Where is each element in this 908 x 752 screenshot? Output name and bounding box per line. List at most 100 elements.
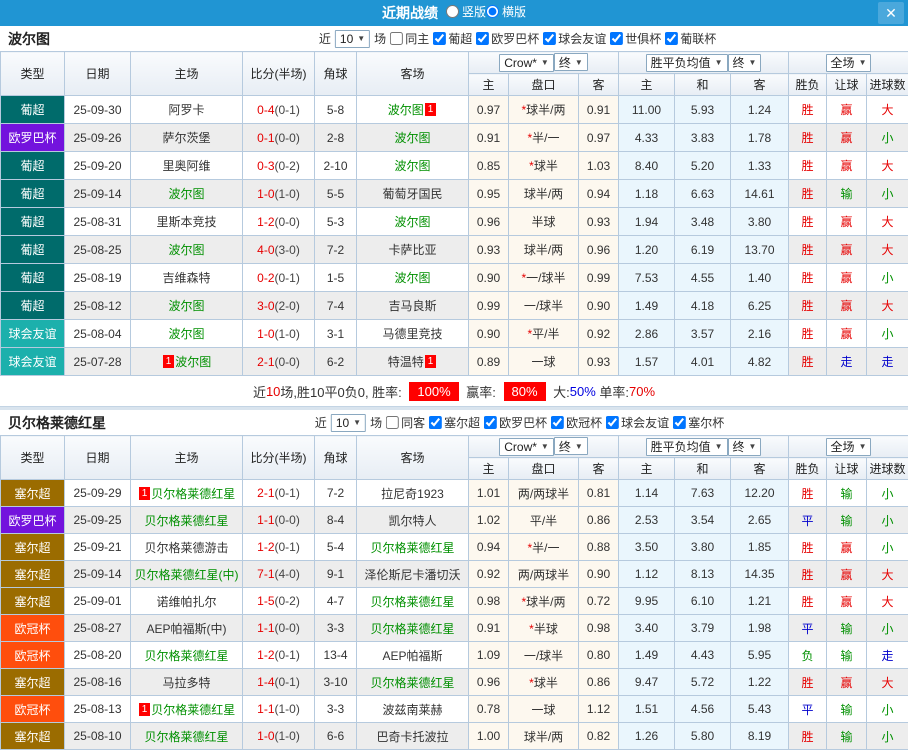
odds-final-select[interactable]: 终 ▼ [553, 53, 588, 72]
summary-part: 近 [252, 384, 266, 400]
checkbox-input[interactable] [484, 416, 498, 429]
handicap-cell: 球半/两 [508, 722, 579, 750]
away-team-cell: 波尔图 [356, 123, 469, 152]
league-filter-checkbox[interactable]: 球会友谊 [543, 30, 606, 47]
handicap-cell: *球半 [508, 668, 579, 696]
odds-away-cell: 0.94 [578, 179, 619, 208]
home-team-cell: 吉维森特 [130, 263, 243, 292]
avg-type-select[interactable]: 胜平负均值 ▼ [645, 53, 728, 72]
avg-draw-cell: 4.18 [674, 291, 731, 320]
checkbox-input[interactable] [543, 32, 557, 45]
league-filter-checkbox[interactable]: 世俱杯 [610, 30, 661, 47]
home-team-name: AEP帕福斯(中) [146, 621, 227, 636]
odds-away-cell: 0.86 [578, 506, 619, 534]
odds-home-cell: 0.91 [468, 614, 509, 642]
odds-away-cell: 0.72 [578, 587, 619, 615]
away-team-name: 拉尼奇1923 [381, 486, 444, 501]
date-cell: 25-09-30 [64, 95, 131, 124]
checkbox-input[interactable] [665, 32, 679, 45]
goals-result-cell: 小 [866, 506, 908, 534]
checkbox-input[interactable] [606, 416, 620, 429]
odds-home-cell: 1.02 [468, 506, 509, 534]
league-filter-checkbox[interactable]: 葡超 [433, 30, 472, 47]
checkbox-input[interactable] [429, 416, 443, 429]
sub-col-header: 进球数 [866, 457, 908, 480]
handicap-result-cell: 输 [826, 614, 868, 642]
away-team-cell: 贝尔格莱德红星 [356, 668, 469, 696]
league-filter-checkbox[interactable]: 欧冠杯 [551, 414, 602, 431]
league-filter-checkbox[interactable]: 塞尔杯 [673, 414, 724, 431]
league-filter-checkbox[interactable]: 塞尔超 [429, 414, 480, 431]
checkbox-input[interactable] [390, 32, 404, 45]
corner-cell: 8-4 [314, 506, 357, 534]
checkbox-input[interactable] [673, 416, 687, 429]
avg-home-cell: 3.40 [618, 614, 675, 642]
league-filter-checkbox[interactable]: 葡联杯 [665, 30, 716, 47]
scope-select[interactable]: 全场 ▼ [825, 53, 872, 72]
away-team-name: 贝尔格莱德红星 [370, 540, 455, 555]
close-button[interactable]: ✕ [878, 2, 904, 24]
sub-col-header: 主 [618, 73, 675, 96]
goals-result-cell: 大 [866, 291, 908, 320]
layout-radio-vertical[interactable]: 竖版 [445, 3, 486, 20]
table-row: 塞尔超 25-09-14 贝尔格莱德红星(中) 7-1(4-0) 9-1 泽伦斯尼卡潘切沃… [0, 560, 908, 588]
avg-final-select[interactable]: 终 ▼ [727, 53, 762, 72]
summary-part: 10 [265, 383, 281, 399]
away-team-cell: 马德里竞技 [356, 319, 469, 348]
avg-away-cell: 2.65 [729, 506, 790, 534]
odds-company-select[interactable]: Crow* ▼ [499, 53, 554, 72]
checkbox-input[interactable] [433, 32, 447, 45]
avg-final-select[interactable]: 终 ▼ [727, 437, 762, 456]
match-count-select[interactable]: 10 ▼ [334, 29, 371, 48]
result-cell: 胜 [788, 291, 828, 320]
avg-home-cell: 1.26 [618, 722, 675, 750]
odds-final-select-label: 终 [558, 439, 571, 454]
result-group-header: 全场 ▼ [788, 435, 908, 458]
away-team-name: 贝尔格莱德红星 [370, 594, 455, 609]
avg-draw-cell: 3.57 [674, 319, 731, 348]
chevron-down-icon: ▼ [574, 57, 583, 67]
checkbox-input[interactable] [386, 416, 400, 429]
avg-type-select[interactable]: 胜平负均值 ▼ [645, 437, 728, 456]
matches-table: 类型 日期 主场 比分(半场) 角球 客场 Crow* ▼ 终 ▼ 胜平负均值 ▼ 终 ▼ 全场 ▼ 主盘口客主… [0, 435, 908, 750]
halftime-score: (0-1) [274, 102, 300, 117]
sub-col-header: 主 [618, 457, 675, 480]
corner-cell: 5-8 [314, 95, 357, 124]
odds-company-select-label: Crow* [504, 55, 537, 70]
goals-result-cell: 小 [866, 263, 908, 292]
col-header: 角球 [314, 51, 357, 96]
home-team-cell: 贝尔格莱德红星 [130, 641, 243, 669]
halftime-score: (0-1) [274, 675, 300, 689]
checkbox-input[interactable] [476, 32, 490, 45]
halftime-score: (0-1) [274, 486, 300, 500]
handicap-text: 半/一 [532, 131, 560, 145]
same-venue-checkbox[interactable]: 同主 [390, 30, 429, 47]
radio-input[interactable] [486, 5, 499, 18]
avg-home-cell: 7.53 [618, 263, 675, 292]
match-count-select[interactable]: 10 ▼ [330, 413, 367, 432]
league-filter-checkbox[interactable]: 欧罗巴杯 [476, 30, 539, 47]
handicap-result-cell: 赢 [826, 151, 868, 180]
fulltime-score: 7-1 [257, 567, 275, 581]
radio-input[interactable] [445, 5, 459, 18]
odds-final-select[interactable]: 终 ▼ [553, 437, 588, 456]
handicap-text: 半球 [533, 621, 558, 636]
odds-company-select[interactable]: Crow* ▼ [499, 437, 554, 456]
away-team-cell: 吉马良斯 [356, 291, 469, 320]
odds-away-cell: 0.81 [578, 479, 619, 507]
checkbox-input[interactable] [610, 32, 624, 45]
layout-radio-horizontal[interactable]: 横版 [486, 3, 526, 20]
col-header: 主场 [130, 435, 243, 480]
checkbox-input[interactable] [551, 416, 565, 429]
score-cell: 0-3(0-2) [242, 151, 315, 180]
handicap-cell: 一球 [508, 695, 579, 723]
league-filter-checkbox[interactable]: 欧罗巴杯 [484, 414, 547, 431]
scope-select[interactable]: 全场 ▼ [825, 437, 872, 456]
table-row: 欧冠杯 25-08-20 贝尔格莱德红星 1-2(0-1) 13-4 AEP帕福斯 1.09… [0, 641, 908, 669]
odds-home-cell: 0.96 [468, 207, 509, 236]
same-venue-checkbox[interactable]: 同客 [386, 414, 425, 431]
handicap-cell: 球半/两 [508, 179, 579, 208]
league-filter-checkbox[interactable]: 球会友谊 [606, 414, 669, 431]
odds-away-cell: 1.12 [578, 695, 619, 723]
chevron-down-icon: ▼ [574, 441, 583, 451]
